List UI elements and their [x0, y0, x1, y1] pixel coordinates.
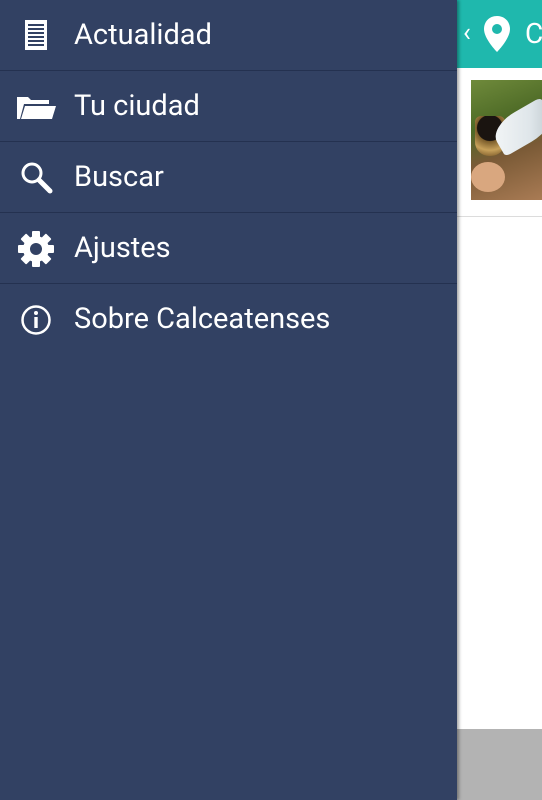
- drawer-item-buscar[interactable]: Buscar: [0, 142, 457, 213]
- app-bar: ‹ C: [457, 0, 542, 68]
- info-icon: [21, 305, 51, 335]
- navigation-drawer: Actualidad Tu ciudad Buscar Ajustes Sobr…: [0, 0, 457, 800]
- chevron-left-icon[interactable]: ‹: [463, 18, 471, 48]
- drawer-item-label: Ajustes: [74, 231, 171, 265]
- folder-icon: [17, 97, 56, 119]
- search-icon: [21, 162, 53, 194]
- bottom-bar: [457, 729, 542, 800]
- drawer-item-label: Buscar: [74, 160, 164, 194]
- drawer-item-ajustes[interactable]: Ajustes: [0, 213, 457, 284]
- location-pin-icon[interactable]: [481, 14, 513, 54]
- news-thumbnail: [471, 80, 542, 200]
- main-content: ‹ C: [457, 0, 542, 800]
- news-card[interactable]: [457, 68, 542, 217]
- drawer-item-label: Actualidad: [74, 18, 212, 52]
- drawer-item-label: Sobre Calceatenses: [74, 302, 331, 336]
- drawer-item-actualidad[interactable]: Actualidad: [0, 0, 457, 71]
- drawer-item-label: Tu ciudad: [74, 89, 200, 123]
- news-list-icon: [25, 20, 47, 50]
- gear-icon: [18, 231, 54, 267]
- app-title: C: [525, 17, 542, 50]
- drawer-menu: Actualidad Tu ciudad Buscar Ajustes Sobr…: [0, 0, 457, 354]
- drawer-item-sobre[interactable]: Sobre Calceatenses: [0, 284, 457, 354]
- drawer-item-tu-ciudad[interactable]: Tu ciudad: [0, 71, 457, 142]
